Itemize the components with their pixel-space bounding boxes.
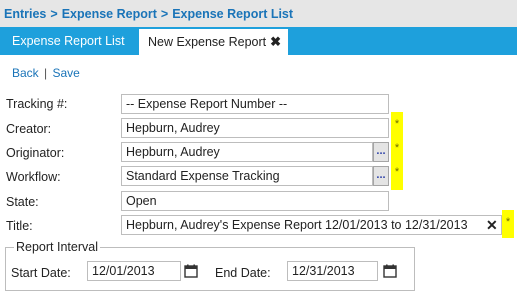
tab-expense-report-list[interactable]: Expense Report List (0, 27, 137, 55)
originator-lookup-button[interactable]: ... (373, 142, 389, 162)
required-marker: * (505, 216, 511, 228)
breadcrumb-separator: > (160, 6, 169, 21)
originator-field[interactable]: Hepburn, Audrey (121, 142, 373, 162)
action-separator: | (44, 66, 48, 80)
workflow-label: Workflow: (6, 170, 61, 184)
tracking-label: Tracking #: (6, 97, 68, 111)
start-date-input[interactable]: 12/01/2013 (87, 261, 181, 281)
workflow-field[interactable]: Standard Expense Tracking (121, 166, 373, 186)
back-link[interactable]: Back (12, 66, 39, 80)
breadcrumb-expense-report[interactable]: Expense Report (62, 7, 157, 21)
close-icon[interactable]: ✖ (270, 34, 281, 50)
end-date-label: End Date: (215, 266, 271, 280)
breadcrumb-expense-report-list[interactable]: Expense Report List (172, 7, 293, 21)
calendar-icon[interactable] (184, 264, 198, 278)
breadcrumb: Entries > Expense Report > Expense Repor… (0, 0, 517, 27)
originator-label: Originator: (6, 146, 65, 160)
tab-label: New Expense Report (148, 35, 267, 49)
state-field: Open (121, 191, 389, 211)
state-label: State: (6, 195, 39, 209)
clear-icon[interactable]: ✕ (486, 217, 498, 234)
required-marker: * (394, 142, 400, 154)
breadcrumb-separator: > (50, 6, 58, 21)
calendar-icon[interactable] (383, 264, 397, 278)
workflow-lookup-button[interactable]: ... (373, 166, 389, 186)
required-indicator: * * * (391, 112, 403, 190)
creator-label: Creator: (6, 122, 52, 136)
report-interval-legend: Report Interval (14, 240, 100, 254)
required-indicator: * (502, 210, 514, 238)
required-marker: * (394, 118, 400, 130)
title-input[interactable]: Hepburn, Audrey's Expense Report 12/01/2… (121, 215, 502, 235)
start-date-label: Start Date: (11, 266, 71, 280)
title-label: Title: (6, 219, 33, 233)
save-link[interactable]: Save (53, 66, 80, 80)
tab-label: Expense Report List (12, 34, 125, 48)
creator-field[interactable]: Hepburn, Audrey (121, 118, 389, 138)
tab-new-expense-report[interactable]: New Expense Report ✖ (139, 27, 288, 55)
required-marker: * (394, 166, 400, 178)
tracking-field[interactable]: -- Expense Report Number -- (121, 94, 389, 114)
action-links: Back | Save (12, 66, 80, 80)
tab-bar: Expense Report List New Expense Report ✖ (0, 27, 517, 55)
end-date-input[interactable]: 12/31/2013 (287, 261, 378, 281)
breadcrumb-entries[interactable]: Entries (4, 7, 46, 21)
